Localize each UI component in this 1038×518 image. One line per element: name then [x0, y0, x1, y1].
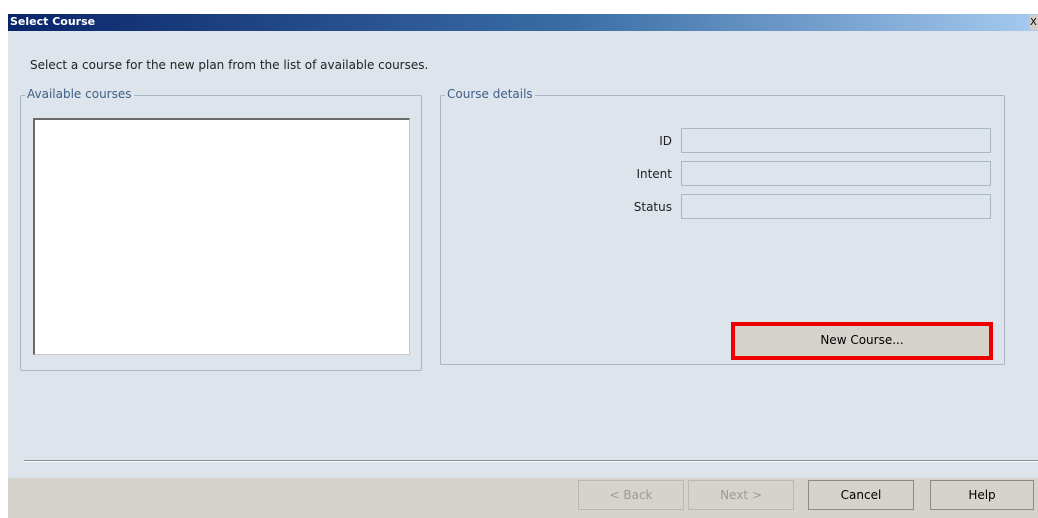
- dialog-title: Select Course: [10, 15, 96, 28]
- available-courses-legend: Available courses: [25, 87, 134, 101]
- course-details-legend: Course details: [445, 87, 535, 101]
- id-label: ID: [659, 134, 672, 148]
- intent-field: [681, 161, 991, 186]
- select-course-dialog: Select Course X Select a course for the …: [8, 14, 1038, 518]
- intent-label: Intent: [636, 167, 672, 181]
- instruction-text: Select a course for the new plan from th…: [30, 58, 429, 72]
- id-field: [681, 128, 991, 153]
- cancel-button-label: Cancel: [840, 488, 882, 502]
- help-button[interactable]: Help: [930, 480, 1034, 510]
- title-bar[interactable]: Select Course X: [8, 14, 1038, 31]
- new-course-button-label: New Course...: [820, 333, 904, 347]
- footer-separator: [24, 460, 1038, 462]
- next-button[interactable]: Next >: [688, 480, 794, 510]
- course-details-group: Course details ID Intent Status New Cour…: [440, 87, 1005, 365]
- available-courses-group: Available courses: [20, 87, 422, 371]
- new-course-button[interactable]: New Course...: [735, 326, 989, 356]
- close-icon[interactable]: X: [1030, 15, 1038, 30]
- cancel-button[interactable]: Cancel: [808, 480, 914, 510]
- status-field: [681, 194, 991, 219]
- help-button-label: Help: [968, 488, 996, 502]
- back-button[interactable]: < Back: [578, 480, 684, 510]
- next-button-label: Next >: [720, 488, 762, 502]
- new-course-highlight: New Course...: [731, 322, 993, 360]
- status-label: Status: [633, 200, 672, 214]
- available-courses-list[interactable]: [33, 118, 410, 355]
- footer-bar: < Back Next > Cancel Help: [8, 478, 1038, 518]
- back-button-label: < Back: [609, 488, 653, 502]
